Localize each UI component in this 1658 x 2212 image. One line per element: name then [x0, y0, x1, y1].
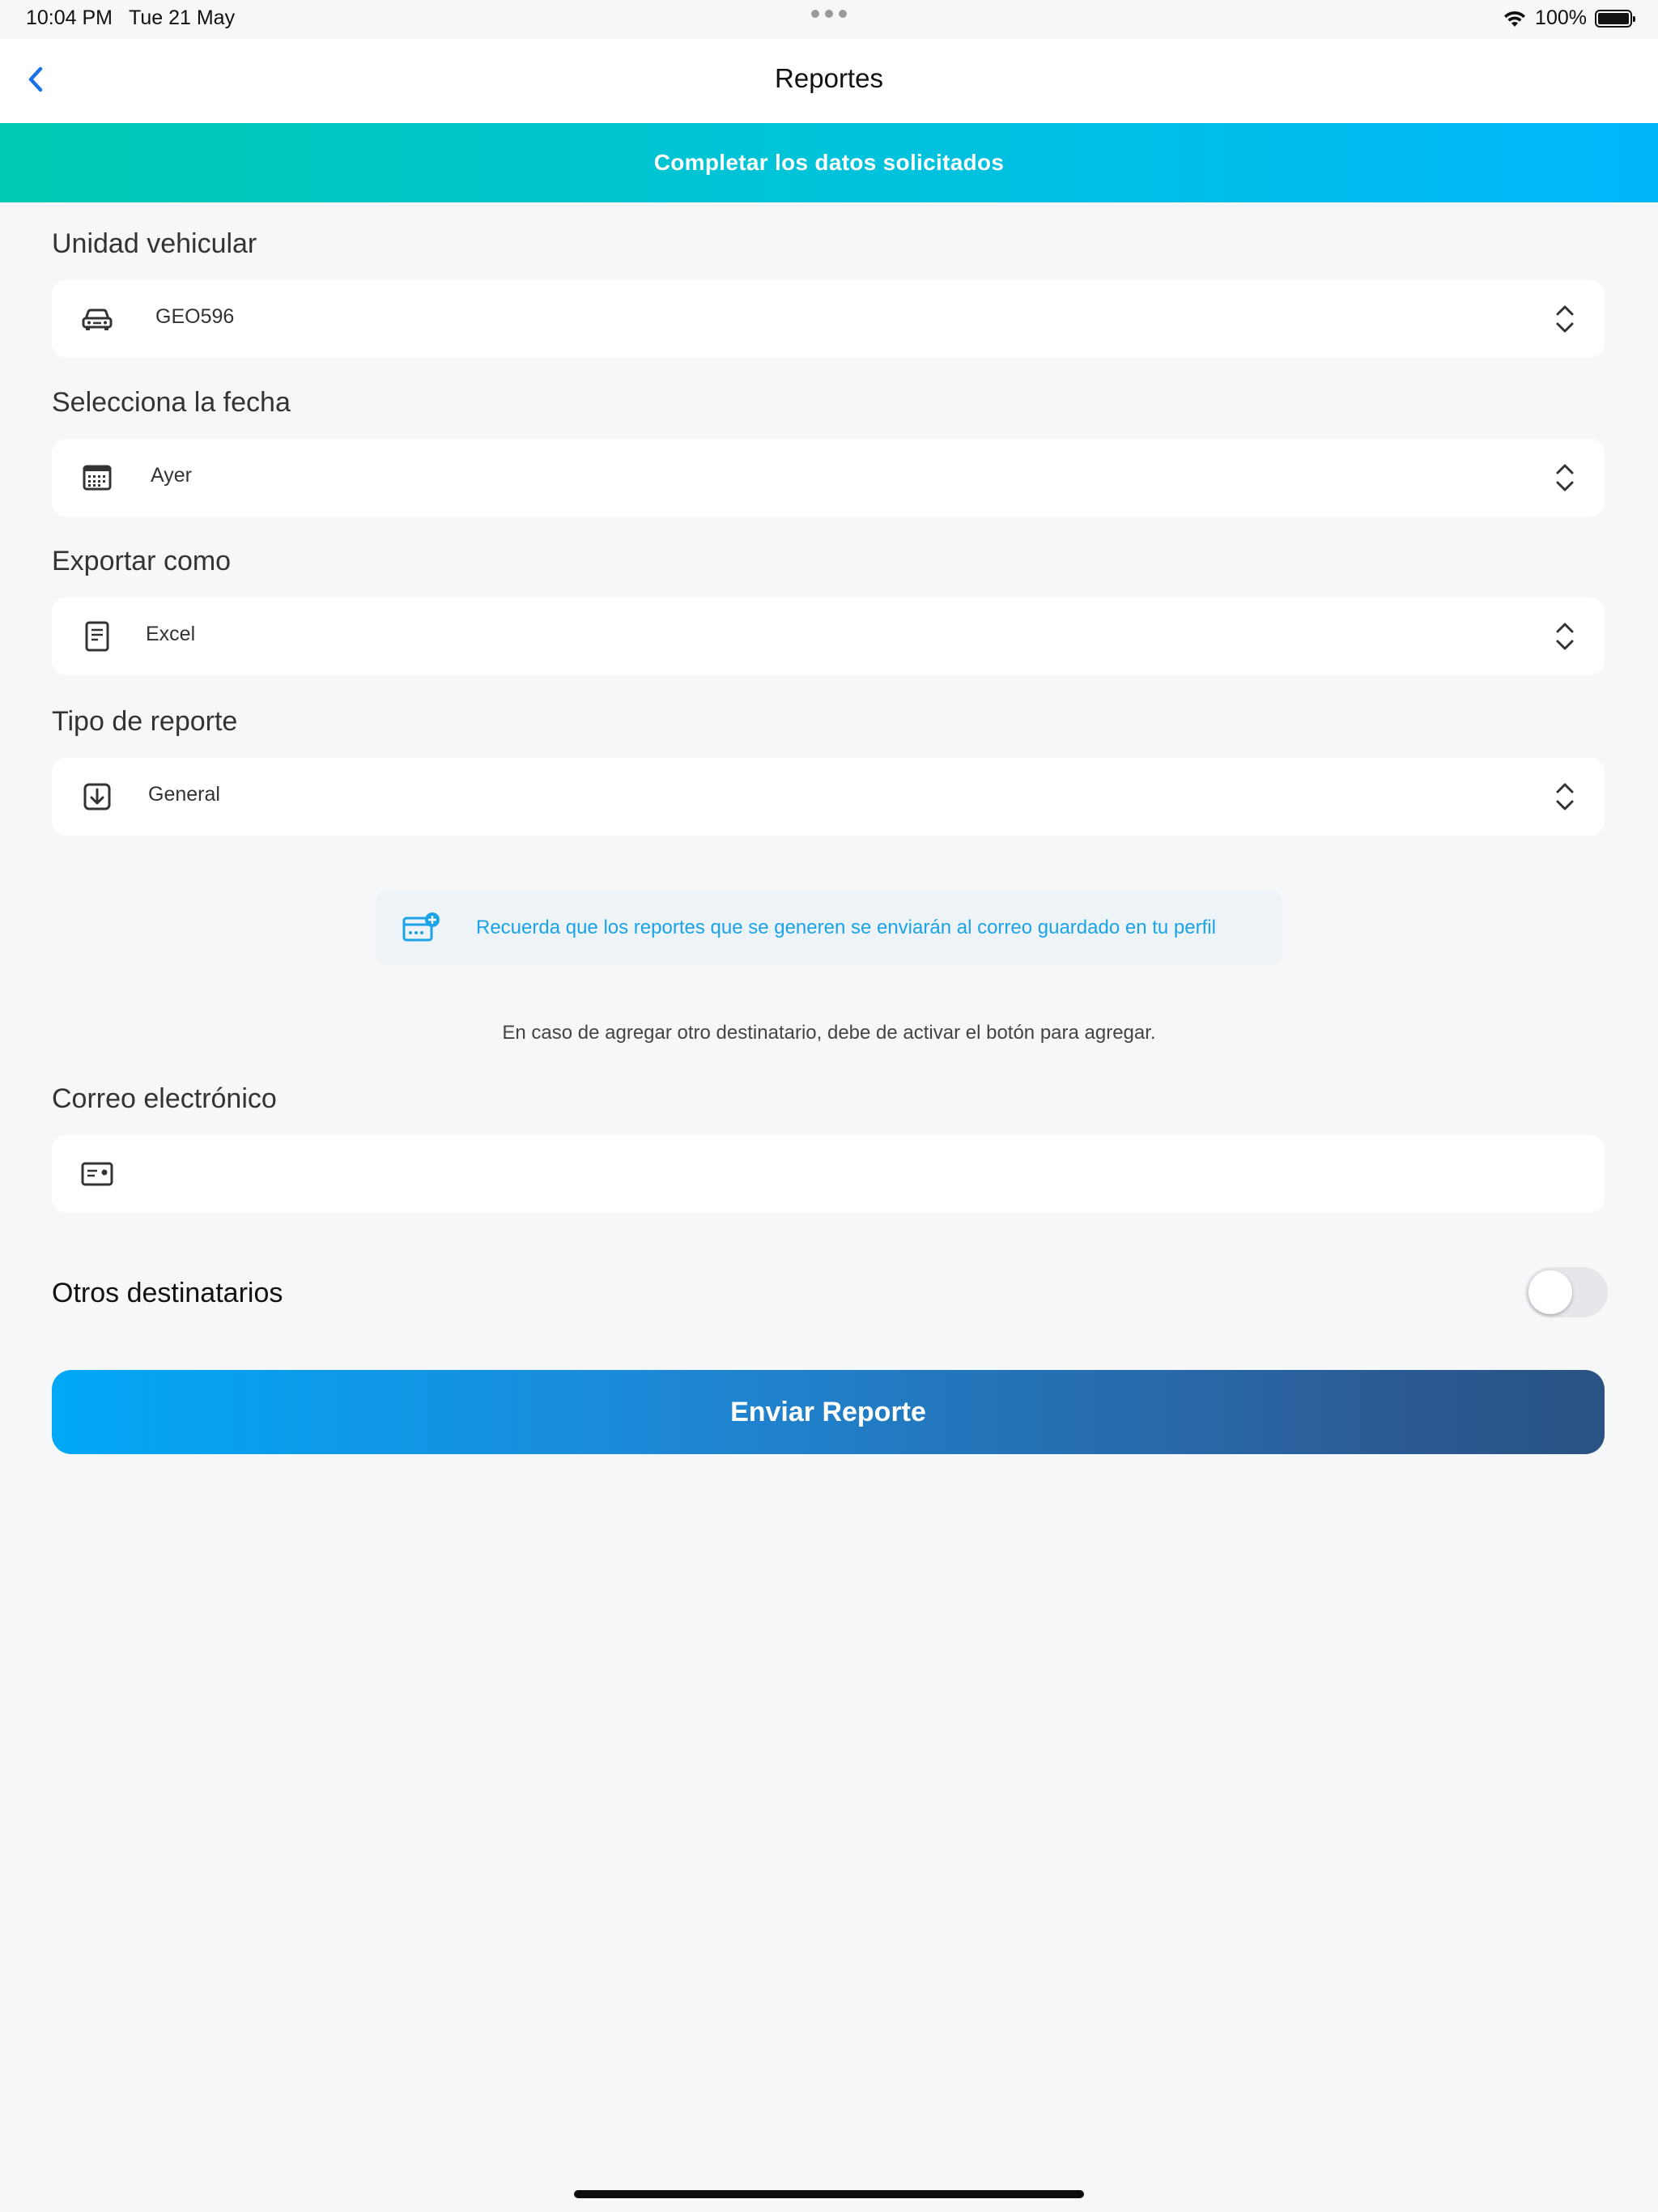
other-recipients-toggle[interactable]: [1525, 1267, 1608, 1317]
report-type-value: General: [148, 783, 220, 806]
chevron-up-down-icon: [1556, 783, 1574, 810]
date-select[interactable]: Ayer: [52, 439, 1605, 517]
date-label: Selecciona la fecha: [52, 387, 291, 418]
page-title: Reportes: [775, 63, 883, 93]
date-value: Ayer: [151, 464, 192, 487]
vehicle-label: Unidad vehicular: [52, 228, 257, 259]
status-right: 100%: [1503, 6, 1635, 30]
status-time: 10:04 PM: [26, 6, 113, 29]
chevron-up-down-icon: [1556, 623, 1574, 650]
download-icon: [83, 783, 111, 810]
id-card-icon: [81, 1162, 113, 1186]
calendar-icon: [83, 465, 112, 491]
recipient-hint: En caso de agregar otro destinatario, de…: [502, 1022, 1156, 1044]
multitasking-dots[interactable]: [811, 10, 847, 18]
email-notice: Recuerda que los reportes que se generen…: [376, 891, 1282, 965]
car-icon: [82, 308, 113, 330]
export-label: Exportar como: [52, 546, 232, 576]
chevron-up-down-icon: [1556, 464, 1574, 491]
banner-text: Completar los datos solicitados: [653, 150, 1005, 175]
vehicle-value: GEO596: [155, 305, 235, 328]
email-label: Correo electrónico: [52, 1083, 277, 1114]
wifi-icon: [1504, 11, 1526, 27]
export-select[interactable]: Excel: [52, 598, 1605, 675]
document-icon: [85, 621, 109, 652]
report-type-label: Tipo de reporte: [52, 706, 238, 737]
toggle-knob: [1528, 1270, 1572, 1314]
email-add-icon: [402, 912, 440, 942]
battery-icon: [1595, 9, 1635, 28]
status-date: Tue 21 May: [129, 6, 236, 29]
notice-text: Recuerda que los reportes que se generen…: [476, 917, 1216, 938]
other-recipients-label: Otros destinatarios: [52, 1278, 283, 1308]
chevron-up-down-icon: [1556, 305, 1574, 333]
navigation-bar: Reportes: [0, 39, 1658, 123]
export-value: Excel: [146, 623, 196, 645]
home-indicator[interactable]: [574, 2190, 1084, 2198]
report-type-select[interactable]: General: [52, 758, 1605, 836]
send-report-button[interactable]: Enviar Reporte: [52, 1370, 1605, 1454]
send-report-label: Enviar Reporte: [730, 1396, 926, 1427]
status-bar: 10:04 PM Tue 21 May 100%: [0, 0, 1658, 39]
instruction-banner: Completar los datos solicitados: [0, 123, 1658, 202]
vehicle-select[interactable]: GEO596: [52, 280, 1605, 358]
battery-percent: 100%: [1535, 6, 1587, 29]
email-field[interactable]: [52, 1135, 1605, 1213]
